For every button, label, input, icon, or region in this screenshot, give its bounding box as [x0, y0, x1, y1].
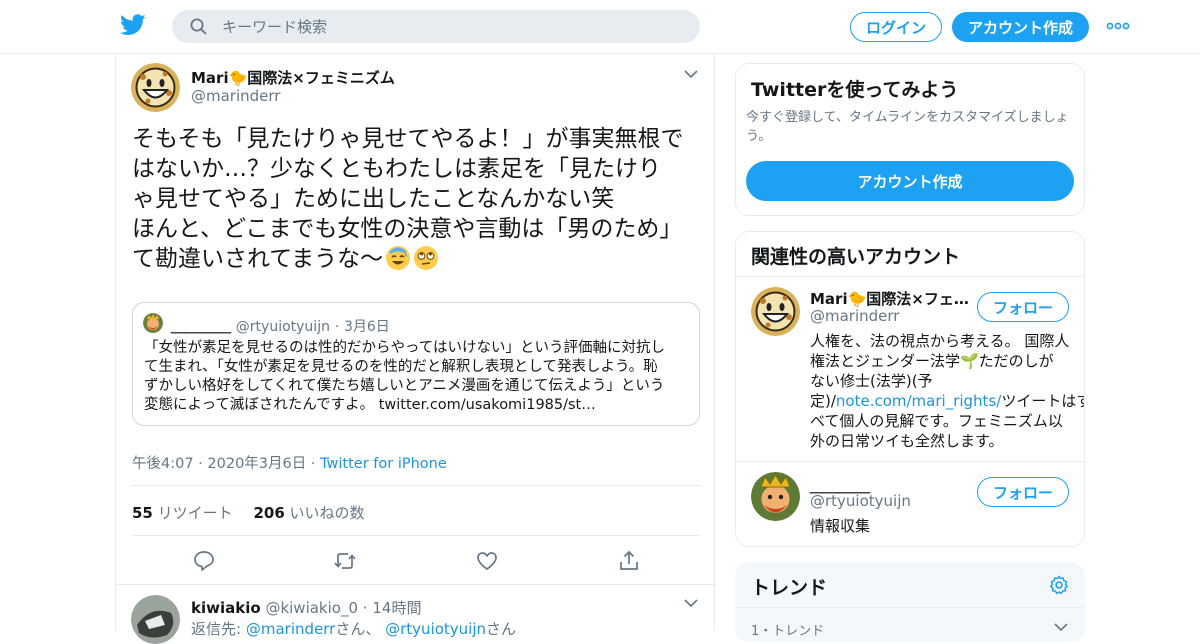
- chevron-down-icon[interactable]: [1054, 623, 1068, 632]
- retweet-stat[interactable]: 55 リツイート: [132, 504, 233, 522]
- related-accounts-card: 関連性の高いアカウント Mari🐤国際法×フェ… @marinderr フォロー…: [735, 231, 1085, 547]
- quoted-avatar: [143, 313, 163, 333]
- like-stat[interactable]: 206 いいねの数: [253, 504, 364, 522]
- tweet-actions: [116, 549, 716, 575]
- reply-author-handle[interactable]: @kiwiakio_0: [265, 599, 358, 617]
- reply-icon[interactable]: [192, 549, 216, 573]
- photo-avatar-icon: [131, 595, 180, 644]
- separator-dot: ·: [362, 599, 368, 617]
- bio-line: 外の日常ツイも全然します。: [810, 432, 1004, 450]
- separator-dot: ·: [334, 319, 340, 335]
- mention-link[interactable]: @marinderr: [246, 620, 335, 638]
- tweet-meta: 午後4:07 · 2020年3月6日 · Twitter for iPhone: [132, 452, 447, 473]
- trends-title: トレンド: [751, 577, 828, 599]
- chevron-down-icon[interactable]: [684, 599, 698, 608]
- search-box[interactable]: [172, 10, 700, 43]
- signup-button[interactable]: アカウント作成: [952, 12, 1089, 42]
- divider: [736, 461, 1084, 462]
- account-bio: 人権を、法の視点から考える。 国際人 権法とジェンダー法学🌱ただのしが ない修士…: [810, 331, 1085, 451]
- bio-line: 権法とジェンダー法学🌱ただのしが: [810, 352, 1054, 370]
- quoted-tweet[interactable]: ＿＿＿＿ @rtyuiotyuijn · 3月6日 「女性が素足を見せるのは性的…: [132, 302, 700, 426]
- tweet-column: Mari🐤国際法×フェミニズム @marinderr そもそも「見たけりゃ見せて…: [115, 54, 716, 644]
- description-line: う。: [746, 129, 772, 144]
- bio-line: 人権を、法の視点から考える。 国際人: [810, 332, 1070, 350]
- chevron-down-icon[interactable]: [684, 70, 698, 79]
- cartoon-king-avatar-icon: [751, 472, 800, 521]
- tweet-line: ゃ見せてやる」ために出したことなんかない笑: [132, 186, 615, 212]
- more-options-icon[interactable]: [1106, 22, 1130, 30]
- related-accounts-title: 関連性の高いアカウント: [751, 246, 961, 268]
- quoted-line: て生まれ、「女性が素足を見せるのを性的だと解釈し表現として発表しよう。恥: [144, 359, 658, 375]
- signup-card-title: Twitterを使ってみよう: [751, 79, 959, 101]
- divider: [736, 276, 1084, 277]
- quoted-text: 「女性が素足を見せるのは性的だからやってはいけない」という評価軸に対抗し て生ま…: [144, 339, 694, 415]
- search-icon: [190, 18, 207, 35]
- source-link[interactable]: Twitter for iPhone: [320, 456, 447, 472]
- reply-author-name[interactable]: kiwiakio: [191, 599, 261, 617]
- quoted-header: ＿＿＿＿ @rtyuiotyuijn · 3月6日: [171, 315, 390, 336]
- smiley-face-avatar-icon: [131, 63, 180, 112]
- account-avatar[interactable]: [751, 287, 800, 336]
- divider: [736, 607, 1084, 608]
- reply-to-suffix: さん: [486, 620, 517, 638]
- twitter-bird-icon[interactable]: [120, 14, 146, 36]
- account-handle[interactable]: @rtyuiotyuijn: [810, 492, 911, 510]
- divider: [132, 485, 700, 486]
- top-bar: ログイン アカウント作成: [0, 0, 1200, 54]
- reply-to-separator: さん、: [335, 620, 381, 638]
- gear-icon[interactable]: [1048, 574, 1070, 596]
- author-handle[interactable]: @marinderr: [191, 87, 280, 105]
- quoted-line: ずかしい格好をしてくれて僕たち嬉しいとアニメ漫画を通じて伝えよう」という: [144, 378, 665, 394]
- account-avatar[interactable]: [751, 472, 800, 521]
- mention-link[interactable]: @rtyuiotyuijn: [385, 620, 486, 638]
- avatar[interactable]: [131, 63, 180, 112]
- tweet-line: て勘違いされてまうな〜: [132, 246, 384, 272]
- retweet-icon[interactable]: [333, 549, 357, 573]
- reply-avatar[interactable]: [131, 595, 180, 644]
- bio-link[interactable]: note.com/mari_rights/: [836, 392, 1001, 410]
- quoted-author-handle: @rtyuiotyuijn: [235, 319, 330, 335]
- follow-button[interactable]: フォロー: [977, 292, 1069, 322]
- account-bio: 情報収集: [810, 517, 871, 535]
- quoted-date: 3月6日: [343, 319, 390, 335]
- description-line: 今すぐ登録して、タイムラインをカスタマイズしましょ: [746, 110, 1069, 125]
- reply-time[interactable]: 14時間: [372, 599, 421, 617]
- bio-line: ない修士(法学)(予: [810, 372, 933, 390]
- tweet-text: そもそも「見たけりゃ見せてやるよ！」が事実無根で はないか…？少なくともわたしは…: [132, 124, 702, 274]
- smiley-face-avatar-icon: [751, 287, 800, 336]
- rolling-eyes-emoji-icon: [414, 246, 439, 270]
- trends-card: トレンド 1・トレンド: [735, 562, 1085, 642]
- tweet-line: ほんと、どこまでも女性の決意や言動は「男のため」: [132, 216, 683, 242]
- quoted-line: 変態によって滅ぼされたんですよ。 twitter.com/usakomi1985…: [144, 397, 596, 413]
- share-icon[interactable]: [617, 549, 641, 573]
- account-name[interactable]: Mari🐤国際法×フェ…: [810, 288, 970, 309]
- quoted-author-name: ＿＿＿＿: [171, 317, 232, 335]
- quoted-line: 「女性が素足を見せるのは性的だからやってはいけない」という評価軸に対抗し: [144, 340, 665, 356]
- sweat-smile-emoji-icon: [386, 246, 411, 270]
- timestamp[interactable]: 午後4:07 · 2020年3月6日 ·: [132, 456, 315, 472]
- reply-header: kiwiakio @kiwiakio_0 · 14時間: [191, 597, 421, 618]
- login-button[interactable]: ログイン: [850, 12, 942, 42]
- tweet-line: そもそも「見たけりゃ見せてやるよ！」が事実無根で: [132, 126, 684, 152]
- author-name[interactable]: Mari🐤国際法×フェミニズム: [191, 67, 395, 88]
- signup-card-button[interactable]: アカウント作成: [746, 161, 1074, 201]
- bio-line: 定)/note.com/mari_rights/ツイートはす: [810, 392, 1085, 410]
- tweet-line: はないか…？少なくともわたしは素足を「見たけり: [132, 156, 661, 182]
- follow-button[interactable]: フォロー: [977, 477, 1069, 507]
- reply-to: 返信先: @marinderrさん、 @rtyuiotyuijnさん: [191, 618, 516, 639]
- search-input[interactable]: [222, 10, 682, 43]
- cartoon-king-avatar-icon: [143, 313, 163, 333]
- reply-tweet[interactable]: kiwiakio @kiwiakio_0 · 14時間 返信先: @marind…: [116, 584, 716, 644]
- reply-to-label: 返信先:: [191, 620, 242, 638]
- signup-card: Twitterを使ってみよう 今すぐ登録して、タイムラインをカスタマイズしましょ…: [735, 63, 1085, 216]
- bio-line: べて個人の見解です。フェミニズム以: [810, 412, 1063, 430]
- tweet-stats: 55 リツイート 206 いいねの数: [132, 502, 365, 523]
- signup-card-description: 今すぐ登録して、タイムラインをカスタマイズしましょ う。: [746, 108, 1069, 146]
- account-handle[interactable]: @marinderr: [810, 307, 899, 325]
- heart-icon[interactable]: [475, 549, 499, 573]
- divider: [132, 535, 700, 536]
